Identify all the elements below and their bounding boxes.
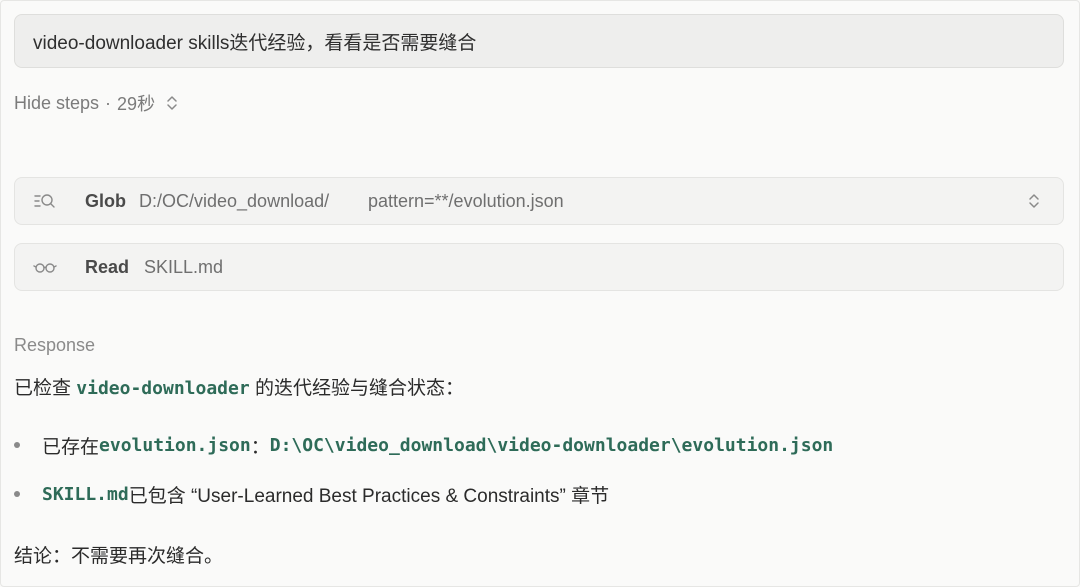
glob-path: D:/OC/video_download/ [139, 190, 330, 211]
bullet-mid: ： [250, 436, 270, 458]
glasses-icon [33, 257, 57, 277]
chevron-up-down-icon [165, 93, 179, 113]
step-tool-name: Glob [85, 190, 126, 211]
hide-steps-label: Hide steps [14, 92, 100, 113]
inline-code: SKILL.md [42, 483, 129, 505]
bullet-suffix: 已包含 “User-Learned Best Practices & Const… [128, 485, 610, 507]
step-read[interactable]: Read SKILL.md [14, 243, 1064, 291]
intro-suffix: 的迭代经验与缝合状态： [249, 378, 464, 399]
bullet-dot [14, 491, 20, 497]
response-intro: 已检查 video-downloader 的迭代经验与缝合状态： [14, 373, 464, 400]
glob-pattern: pattern=**/evolution.json [368, 190, 564, 211]
response-conclusion: 结论：不需要再次缝合。 [14, 546, 224, 567]
user-prompt: video-downloader skills迭代经验，看看是否需要缝合 [14, 14, 1064, 68]
separator: · [105, 92, 112, 113]
list-item: SKILL.md 已包含 “User-Learned Best Practice… [14, 481, 609, 507]
bullet-prefix: 已存在 [42, 436, 100, 458]
inline-code: evolution.json [99, 434, 251, 456]
expand-chevron-icon[interactable] [1027, 191, 1041, 211]
bullet-dot [14, 442, 20, 448]
response-label: Response [14, 335, 96, 355]
inline-code-path: D:\OC\video_download\video-downloader\ev… [269, 434, 834, 456]
step-glob[interactable]: Glob D:/OC/video_download/ pattern=**/ev… [14, 177, 1064, 225]
step-tool-name: Read [85, 256, 130, 277]
read-file: SKILL.md [144, 256, 224, 277]
user-prompt-text: video-downloader skills迭代经验，看看是否需要缝合 [33, 32, 477, 54]
list-search-icon [33, 191, 57, 211]
list-item: 已存在 evolution.json： D:\OC\video_download\… [14, 432, 833, 458]
hide-steps-toggle[interactable]: Hide steps · 29秒 [14, 90, 179, 116]
steps-duration: 29秒 [117, 94, 156, 114]
intro-prefix: 已检查 [14, 378, 77, 399]
inline-code: video-downloader [76, 378, 250, 399]
